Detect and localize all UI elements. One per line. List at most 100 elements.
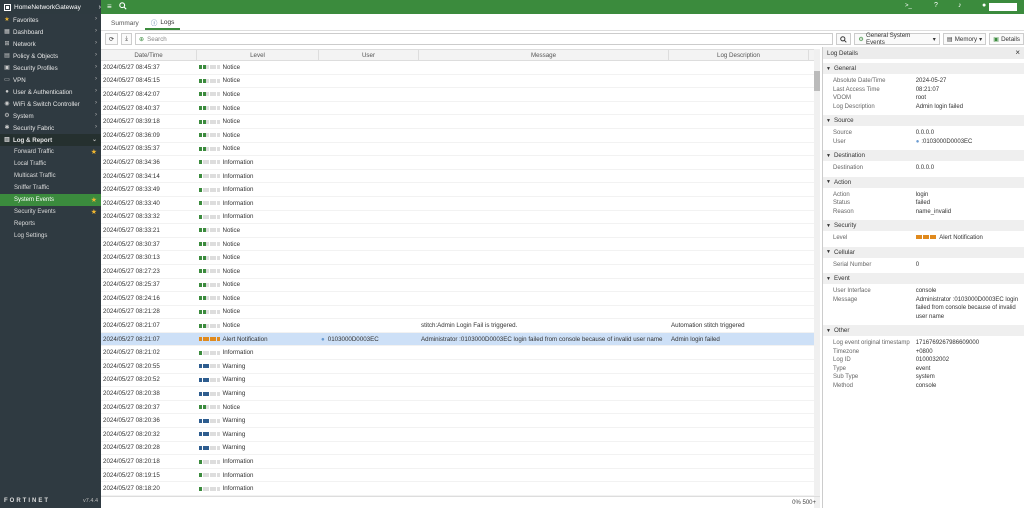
search-button[interactable]	[836, 33, 852, 45]
table-row[interactable]: 2024/05/27 08:20:36 Warning	[101, 414, 820, 429]
column-header-level[interactable]: Level	[197, 50, 319, 60]
table-row[interactable]: 2024/05/27 08:24:16 Notice	[101, 292, 820, 306]
log-type-dropdown[interactable]: ⚙ General System Events ▾	[854, 32, 940, 46]
table-row[interactable]: 2024/05/27 08:34:14 Information	[101, 170, 820, 184]
sidebar-subitem-multicast-traffic[interactable]: Multicast Traffic	[0, 170, 101, 182]
table-row[interactable]: 2024/05/27 08:40:37 Notice	[101, 102, 820, 116]
details-section-general[interactable]: ▼ General	[823, 63, 1024, 74]
column-header-datetime[interactable]: Date/Time	[101, 50, 197, 60]
log-source-dropdown[interactable]: ▤ Memory ▾	[942, 33, 987, 45]
table-row[interactable]: 2024/05/27 08:34:36 Information	[101, 156, 820, 170]
sidebar-item-vpn[interactable]: ▭ VPN ›	[0, 74, 101, 86]
column-header-log-description[interactable]: Log Description	[669, 50, 809, 60]
sidebar-item-log-report[interactable]: ▥ Log & Report ⌄	[0, 134, 101, 146]
filter-icon: ⚙	[858, 35, 864, 43]
search-icon[interactable]	[119, 2, 127, 12]
sidebar-item-network[interactable]: ⊞ Network ›	[0, 38, 101, 50]
table-row[interactable]: 2024/05/27 08:21:07 Alert Notification ● 01…	[101, 332, 820, 347]
download-button[interactable]: ⤓	[121, 33, 132, 45]
details-section-destination[interactable]: ▼ Destination	[823, 150, 1024, 161]
table-row[interactable]: 2024/05/27 08:30:37 Notice	[101, 238, 820, 252]
table-row[interactable]: 2024/05/27 08:21:28 Notice	[101, 306, 820, 320]
table-row[interactable]: 2024/05/27 08:25:37 Notice	[101, 279, 820, 293]
cell-datetime: 2024/05/27 08:42:07	[103, 90, 160, 98]
details-toggle-button[interactable]: ▣ Details	[989, 33, 1024, 45]
help-icon[interactable]: ?	[934, 2, 938, 9]
column-header-user[interactable]: User	[319, 50, 419, 60]
cli-icon[interactable]: >_	[905, 3, 912, 9]
tab-logs[interactable]: ⓘ Logs	[144, 16, 181, 30]
bell-icon[interactable]: ♪	[958, 2, 962, 9]
table-row[interactable]: 2024/05/27 08:39:18 Notice	[101, 115, 820, 129]
favorite-star-icon[interactable]: ★	[91, 208, 97, 216]
user-name-field[interactable]	[989, 3, 1017, 11]
table-row[interactable]: 2024/05/27 08:33:49 Information	[101, 183, 820, 197]
table-row[interactable]: 2024/05/27 08:45:37 Notice	[101, 61, 820, 75]
level-bar	[216, 269, 220, 274]
table-row[interactable]: 2024/05/27 08:33:40 Information	[101, 197, 820, 211]
table-row[interactable]: 2024/05/27 08:20:28 Warning	[101, 442, 820, 456]
refresh-button[interactable]: ⟳	[105, 33, 119, 45]
favorite-star-icon[interactable]: ★	[91, 148, 97, 156]
details-section-source[interactable]: ▼ Source	[823, 115, 1024, 126]
cell-datetime: 2024/05/27 08:34:36	[103, 158, 160, 166]
table-row[interactable]: 2024/05/27 08:19:15 Information	[101, 469, 820, 483]
details-section-event[interactable]: ▼ Event	[823, 273, 1024, 284]
sidebar-item-policy-objects[interactable]: ▤ Policy & Objects ›	[0, 50, 101, 62]
close-icon[interactable]: ×	[1015, 48, 1020, 57]
table-row[interactable]: 2024/05/27 08:20:32 Warning	[101, 428, 820, 442]
table-row[interactable]: 2024/05/27 08:45:15 Notice	[101, 75, 820, 89]
table-row[interactable]: 2024/05/27 08:33:21 Notice	[101, 224, 820, 238]
table-row[interactable]: 2024/05/27 08:21:02 Information	[101, 346, 820, 361]
sidebar-subitem-reports[interactable]: Reports	[0, 218, 101, 230]
sidebar-subitem-log-settings[interactable]: Log Settings	[0, 230, 101, 242]
column-header-message[interactable]: Message	[419, 50, 669, 60]
table-row[interactable]: 2024/05/27 08:36:09 Notice	[101, 129, 820, 143]
sidebar-subitem-forward-traffic[interactable]: Forward Traffic ★	[0, 146, 101, 158]
details-section-security[interactable]: ▼ Security	[823, 220, 1024, 231]
sidebar-item-favorites[interactable]: ★ Favorites ›	[0, 14, 101, 26]
table-row[interactable]: 2024/05/27 08:33:32 Information	[101, 211, 820, 225]
sidebar-item-user-authentication[interactable]: ● User & Authentication ›	[0, 86, 101, 98]
table-row[interactable]: 2024/05/27 08:18:20 Information	[101, 482, 820, 496]
sidebar-subitem-sniffer-traffic[interactable]: Sniffer Traffic	[0, 182, 101, 194]
scrollbar-thumb[interactable]	[814, 71, 820, 91]
level-bars-icon	[199, 432, 220, 437]
table-scrollbar[interactable]	[814, 49, 820, 508]
cell-datetime: 2024/05/27 08:33:21	[103, 226, 160, 234]
sidebar-item-dashboard[interactable]: ▦ Dashboard ›	[0, 26, 101, 38]
table-row[interactable]: 2024/05/27 08:42:07 Notice	[101, 88, 820, 102]
cell-datetime: 2024/05/27 08:33:49	[103, 186, 160, 194]
fabric-icon: ✱	[4, 125, 10, 131]
sidebar-subitem-security-events[interactable]: Security Events ★	[0, 206, 101, 218]
detail-value-text: 0	[915, 261, 920, 268]
sidebar-subitem-system-events[interactable]: System Events ★	[0, 194, 101, 206]
status-count: 0% 500+	[792, 499, 816, 506]
sidebar-item-security-fabric[interactable]: ✱ Security Fabric ›	[0, 122, 101, 134]
user-avatar-icon[interactable]: ●	[982, 2, 986, 9]
table-row[interactable]: 2024/05/27 08:21:07 Notice stitch:Admin Lo…	[101, 319, 820, 333]
table-row[interactable]: 2024/05/27 08:20:37 Notice	[101, 401, 820, 415]
table-row[interactable]: 2024/05/27 08:20:52 Warning	[101, 374, 820, 388]
table-row[interactable]: 2024/05/27 08:20:18 Information	[101, 455, 820, 469]
sidebar-item-wifi-switch-controller[interactable]: ◉ WiFi & Switch Controller ›	[0, 98, 101, 110]
table-row[interactable]: 2024/05/27 08:35:37 Notice	[101, 143, 820, 157]
table-row[interactable]: 2024/05/27 08:20:38 Warning	[101, 387, 820, 401]
search-input[interactable]: ⊕ Search	[134, 33, 834, 45]
table-row[interactable]: 2024/05/27 08:20:55 Warning	[101, 360, 820, 374]
details-header: Log Details ×	[823, 47, 1024, 59]
table-row[interactable]: 2024/05/27 08:27:23 Notice	[101, 265, 820, 279]
details-section-cellular[interactable]: ▼ Cellular	[823, 246, 1024, 258]
sidebar-item-security-profiles[interactable]: ▣ Security Profiles ›	[0, 62, 101, 74]
level-bar	[216, 459, 220, 464]
details-section-action[interactable]: ▼ Action	[823, 176, 1024, 188]
sidebar-item-system[interactable]: ⚙ System ›	[0, 110, 101, 122]
favorite-star-icon[interactable]: ★	[91, 196, 97, 204]
details-section-other[interactable]: ▼ Other	[823, 325, 1024, 336]
tab-summary[interactable]: Summary	[105, 16, 145, 30]
table-row[interactable]: 2024/05/27 08:30:13 Notice	[101, 251, 820, 265]
level-bar	[216, 160, 220, 165]
hamburger-icon[interactable]: ≡	[107, 2, 112, 11]
hostname-bar[interactable]: HomeNetworkGateway ›	[0, 0, 101, 14]
sidebar-subitem-local-traffic[interactable]: Local Traffic	[0, 158, 101, 170]
